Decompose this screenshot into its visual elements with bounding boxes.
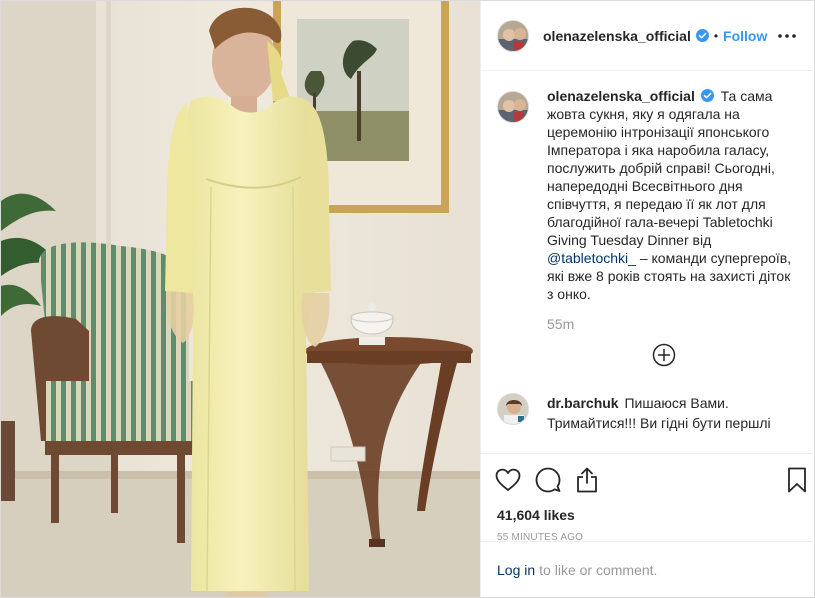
author-avatar-image	[498, 20, 528, 51]
share-button[interactable]	[575, 460, 615, 500]
post-header: olenazelenska_official • Follow	[481, 1, 815, 71]
load-more-comments-button[interactable]	[652, 343, 676, 367]
login-prompt-text: to like or comment.	[539, 561, 658, 578]
likes-count[interactable]: 41,604 likes	[481, 506, 815, 524]
caption-text-part1: Та сама жовта сукня, яку я одягала на це…	[547, 88, 775, 248]
login-link[interactable]: Log in	[497, 562, 535, 578]
comment-icon	[535, 467, 561, 493]
caption-avatar-image	[498, 92, 528, 122]
author-username[interactable]: olenazelenska_official	[543, 28, 691, 44]
caption-time[interactable]: 55m	[547, 315, 792, 333]
follow-button[interactable]: Follow	[723, 28, 767, 44]
bookmark-icon	[788, 467, 806, 493]
caption-mention-link[interactable]: @tabletochki_	[547, 250, 636, 266]
commenter-username[interactable]: dr.barchuk	[547, 395, 619, 411]
save-button[interactable]	[775, 460, 807, 500]
caption-avatar[interactable]	[497, 91, 529, 123]
more-options-button[interactable]	[775, 24, 799, 48]
caption-text: olenazelenska_official Та сама жовта сук…	[547, 87, 792, 333]
plus-circle-icon	[652, 343, 676, 367]
more-horizontal-icon	[778, 33, 796, 38]
verified-badge-icon	[700, 89, 714, 102]
separator-dot: •	[713, 28, 719, 43]
login-prompt: Log in to like or comment.	[481, 541, 815, 597]
caption-username[interactable]: olenazelenska_official	[547, 88, 695, 104]
instagram-post: olenazelenska_official • Follow olenazel…	[0, 0, 815, 598]
commenter-avatar[interactable]	[497, 393, 529, 425]
commenter-avatar-image	[498, 394, 528, 424]
comment-text: dr.barchuk Пишаюся Вами. Тримайтися!!! В…	[547, 393, 792, 433]
post-photo-image	[1, 1, 480, 597]
comments-list[interactable]: olenazelenska_official Та сама жовта сук…	[481, 71, 815, 454]
verified-badge-icon	[695, 29, 709, 42]
comment-item: dr.barchuk Пишаюся Вами. Тримайтися!!! В…	[497, 393, 799, 433]
heart-icon	[495, 468, 521, 491]
post-sidebar: olenazelenska_official • Follow olenazel…	[480, 1, 815, 597]
author-avatar[interactable]	[497, 19, 529, 52]
caption: olenazelenska_official Та сама жовта сук…	[497, 87, 799, 333]
like-button[interactable]	[495, 460, 535, 500]
post-photo[interactable]	[1, 1, 480, 597]
comment-button[interactable]	[535, 460, 575, 500]
action-bar	[481, 454, 815, 506]
share-icon	[577, 467, 597, 493]
